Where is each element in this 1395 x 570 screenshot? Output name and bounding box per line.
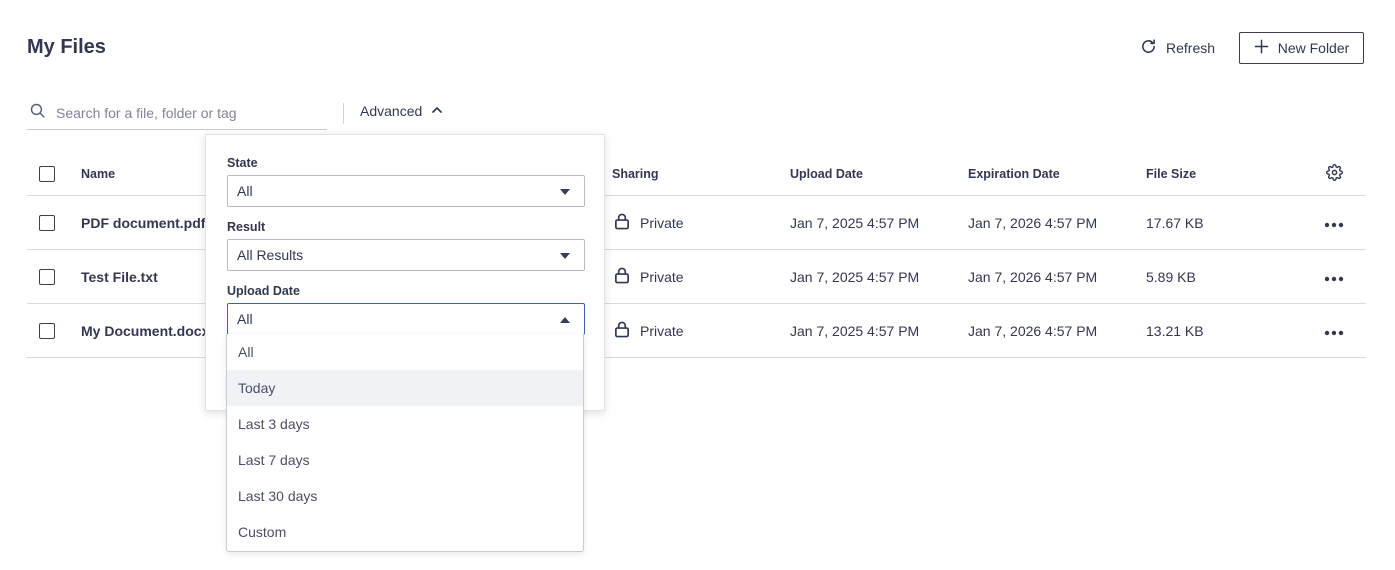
toolbar-divider <box>343 103 344 124</box>
upload-date: Jan 7, 2025 4:57 PM <box>790 268 920 285</box>
row-actions-button[interactable] <box>1324 196 1344 249</box>
file-name[interactable]: PDF document.pdf <box>81 196 205 249</box>
page-title: My Files <box>27 36 106 58</box>
sharing-label: Private <box>640 214 684 231</box>
lock-icon <box>614 321 640 341</box>
column-header-expiration-date[interactable]: Expiration Date <box>968 152 1060 195</box>
row-checkbox[interactable] <box>39 322 55 339</box>
plus-icon <box>1254 39 1269 57</box>
gear-icon <box>1326 163 1343 184</box>
advanced-toggle[interactable]: Advanced <box>360 103 443 119</box>
column-header-file-size[interactable]: File Size <box>1146 152 1196 195</box>
option-last-30-days[interactable]: Last 30 days <box>227 478 583 514</box>
sharing-label: Private <box>640 268 684 285</box>
option-today[interactable]: Today <box>227 370 583 406</box>
option-custom[interactable]: Custom <box>227 514 583 550</box>
expiration-date: Jan 7, 2026 4:57 PM <box>968 322 1098 339</box>
expiration-date: Jan 7, 2026 4:57 PM <box>968 268 1098 285</box>
caret-down-icon <box>560 189 570 195</box>
file-size: 5.89 KB <box>1146 268 1196 285</box>
column-header-upload-date[interactable]: Upload Date <box>790 152 863 195</box>
upload-date-label: Upload Date <box>227 284 300 298</box>
result-select[interactable]: All Results <box>227 239 585 271</box>
file-size: 17.67 KB <box>1146 214 1204 231</box>
more-horizontal-icon <box>1324 215 1344 231</box>
file-name[interactable]: Test File.txt <box>81 250 158 303</box>
row-checkbox[interactable] <box>39 214 55 231</box>
advanced-label: Advanced <box>360 103 423 119</box>
sharing-cell: Private <box>614 250 684 303</box>
state-label: State <box>227 156 258 170</box>
file-name[interactable]: My Document.docx <box>81 304 209 357</box>
option-all[interactable]: All <box>227 334 583 370</box>
select-all-checkbox[interactable] <box>39 165 55 182</box>
upload-date-select[interactable]: All <box>227 303 585 335</box>
expiration-date: Jan 7, 2026 4:57 PM <box>968 214 1098 231</box>
sharing-cell: Private <box>614 196 684 249</box>
lock-icon <box>614 267 640 287</box>
refresh-button[interactable]: Refresh <box>1140 35 1215 61</box>
caret-down-icon <box>560 253 570 259</box>
column-header-name[interactable]: Name <box>81 152 115 195</box>
lock-icon <box>614 213 640 233</box>
search-bar <box>27 97 327 130</box>
upload-date-options: All Today Last 3 days Last 7 days Last 3… <box>226 334 584 552</box>
sharing-cell: Private <box>614 304 684 357</box>
option-last-7-days[interactable]: Last 7 days <box>227 442 583 478</box>
sharing-label: Private <box>640 322 684 339</box>
search-icon <box>27 102 46 124</box>
state-value: All <box>237 183 253 199</box>
refresh-label: Refresh <box>1166 40 1216 56</box>
chevron-up-icon <box>431 103 443 119</box>
row-actions-button[interactable] <box>1324 250 1344 303</box>
more-horizontal-icon <box>1324 323 1344 339</box>
result-label: Result <box>227 220 266 234</box>
upload-date-value: All <box>237 311 253 327</box>
row-actions-button[interactable] <box>1324 304 1344 357</box>
refresh-icon <box>1140 38 1157 58</box>
result-value: All Results <box>237 247 304 263</box>
search-input[interactable] <box>56 105 316 121</box>
option-last-3-days[interactable]: Last 3 days <box>227 406 583 442</box>
column-header-sharing[interactable]: Sharing <box>612 152 659 195</box>
upload-date: Jan 7, 2025 4:57 PM <box>790 214 920 231</box>
file-size: 13.21 KB <box>1146 322 1204 339</box>
state-select[interactable]: All <box>227 175 585 207</box>
more-horizontal-icon <box>1324 269 1344 285</box>
upload-date: Jan 7, 2025 4:57 PM <box>790 322 920 339</box>
new-folder-label: New Folder <box>1277 40 1350 56</box>
caret-up-icon <box>560 317 570 323</box>
column-settings-button[interactable] <box>1326 152 1343 195</box>
new-folder-button[interactable]: New Folder <box>1239 32 1364 64</box>
row-checkbox[interactable] <box>39 268 55 285</box>
